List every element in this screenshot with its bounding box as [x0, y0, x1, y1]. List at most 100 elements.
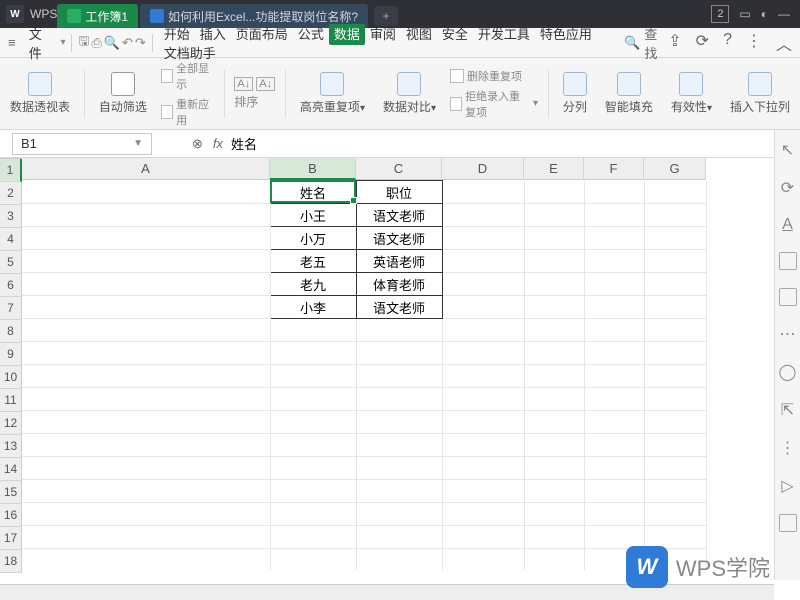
highlight-duplicates-button[interactable]: 高亮重复项▾ — [296, 68, 369, 119]
row-header-8[interactable]: 8 — [0, 320, 22, 343]
cell[interactable] — [584, 480, 644, 503]
row-header-2[interactable]: 2 — [0, 182, 22, 205]
help-icon[interactable]: ? — [723, 31, 732, 55]
cell[interactable] — [442, 549, 524, 571]
cell[interactable] — [22, 457, 270, 480]
cell[interactable] — [22, 250, 270, 273]
cell[interactable] — [270, 503, 356, 526]
cell[interactable] — [356, 526, 442, 549]
cell[interactable]: 老九 — [270, 273, 356, 296]
cell[interactable]: 体育老师 — [356, 273, 442, 296]
settings-icon[interactable]: ⟳ — [696, 31, 709, 55]
cell[interactable] — [22, 227, 270, 250]
column-header-C[interactable]: C — [356, 158, 442, 180]
column-header-D[interactable]: D — [442, 158, 524, 180]
file-menu[interactable]: 文件 — [23, 24, 59, 62]
cell[interactable] — [22, 526, 270, 549]
cell[interactable] — [584, 204, 644, 227]
workbook-tab-1[interactable]: 工作簿1 — [57, 4, 138, 28]
cell[interactable] — [442, 503, 524, 526]
row-header-10[interactable]: 10 — [0, 366, 22, 389]
cell[interactable] — [270, 388, 356, 411]
ribbon-tab-插入[interactable]: 插入 — [195, 24, 231, 45]
cell[interactable] — [442, 296, 524, 319]
refresh-icon[interactable]: ⟳ — [781, 178, 794, 198]
cell[interactable] — [22, 181, 270, 204]
cell[interactable] — [356, 480, 442, 503]
cell[interactable] — [524, 296, 584, 319]
cell[interactable] — [356, 365, 442, 388]
grid-icon[interactable] — [779, 288, 797, 306]
cell[interactable] — [644, 503, 706, 526]
cell[interactable] — [644, 480, 706, 503]
chevron-down-icon[interactable]: ▾ — [60, 37, 65, 48]
row-header-17[interactable]: 17 — [0, 527, 22, 550]
cell[interactable] — [524, 434, 584, 457]
cell[interactable] — [356, 503, 442, 526]
cell[interactable] — [442, 526, 524, 549]
cell[interactable] — [644, 319, 706, 342]
ribbon-tab-审阅[interactable]: 审阅 — [365, 24, 401, 45]
cell[interactable] — [270, 342, 356, 365]
cell[interactable] — [356, 434, 442, 457]
more-icon[interactable]: ⋯ — [780, 324, 796, 344]
notification-badge[interactable]: 2 — [711, 5, 729, 23]
cell[interactable] — [270, 411, 356, 434]
cell[interactable] — [356, 319, 442, 342]
row-header-11[interactable]: 11 — [0, 389, 22, 412]
cell[interactable] — [524, 319, 584, 342]
hamburger-icon[interactable]: ≡ — [8, 35, 21, 50]
ribbon-tab-页面布局[interactable]: 页面布局 — [231, 24, 293, 45]
row-header-7[interactable]: 7 — [0, 297, 22, 320]
circle-icon[interactable]: ◯ — [779, 362, 797, 382]
cell[interactable] — [524, 457, 584, 480]
ribbon-tab-开发工具[interactable]: 开发工具 — [473, 24, 535, 45]
row-header-3[interactable]: 3 — [0, 205, 22, 228]
cell[interactable]: 小万 — [270, 227, 356, 250]
share-icon[interactable]: ⇪ — [668, 31, 681, 55]
cell[interactable] — [442, 457, 524, 480]
insert-dropdown-button[interactable]: 插入下拉列 — [726, 68, 794, 119]
cell[interactable] — [270, 365, 356, 388]
minimize-icon[interactable]: — — [778, 7, 790, 21]
cell[interactable] — [22, 503, 270, 526]
row-header-5[interactable]: 5 — [0, 251, 22, 274]
cell[interactable] — [22, 342, 270, 365]
cancel-icon[interactable]: ⊗ — [192, 136, 203, 152]
cell[interactable]: 职位 — [356, 181, 442, 204]
skin-icon[interactable]: ◐ — [761, 7, 768, 21]
cell[interactable] — [442, 388, 524, 411]
cell[interactable]: 小李 — [270, 296, 356, 319]
cell[interactable] — [644, 457, 706, 480]
cell[interactable] — [442, 227, 524, 250]
cell[interactable] — [644, 388, 706, 411]
export-icon[interactable]: ⇱ — [781, 400, 794, 420]
more-icon[interactable]: ⋮ — [746, 31, 762, 55]
chevron-down-icon[interactable]: ▼ — [133, 138, 143, 149]
cell[interactable] — [584, 457, 644, 480]
column-header-G[interactable]: G — [644, 158, 706, 180]
ribbon-tab-安全[interactable]: 安全 — [437, 24, 473, 45]
cell[interactable] — [22, 388, 270, 411]
column-header-F[interactable]: F — [584, 158, 644, 180]
cell[interactable] — [22, 434, 270, 457]
cell[interactable] — [584, 296, 644, 319]
row-header-15[interactable]: 15 — [0, 481, 22, 504]
redo-icon[interactable]: ↷ — [135, 35, 146, 51]
cell[interactable]: 语文老师 — [356, 204, 442, 227]
row-header-12[interactable]: 12 — [0, 412, 22, 435]
column-header-A[interactable]: A — [22, 158, 270, 180]
save-icon[interactable]: 🖫 — [78, 32, 89, 54]
cell[interactable]: 姓名 — [270, 181, 356, 204]
cell[interactable] — [22, 411, 270, 434]
cell[interactable] — [270, 526, 356, 549]
cursor-icon[interactable]: ↖ — [781, 140, 794, 160]
cell[interactable] — [356, 549, 442, 571]
cell[interactable] — [524, 204, 584, 227]
cell[interactable] — [442, 411, 524, 434]
pivot-table-button[interactable]: 数据透视表 — [6, 68, 74, 119]
cell[interactable] — [442, 434, 524, 457]
cell[interactable]: 老五 — [270, 250, 356, 273]
ribbon-tab-数据[interactable]: 数据 — [329, 24, 365, 45]
toolbox-icon[interactable] — [779, 252, 797, 270]
